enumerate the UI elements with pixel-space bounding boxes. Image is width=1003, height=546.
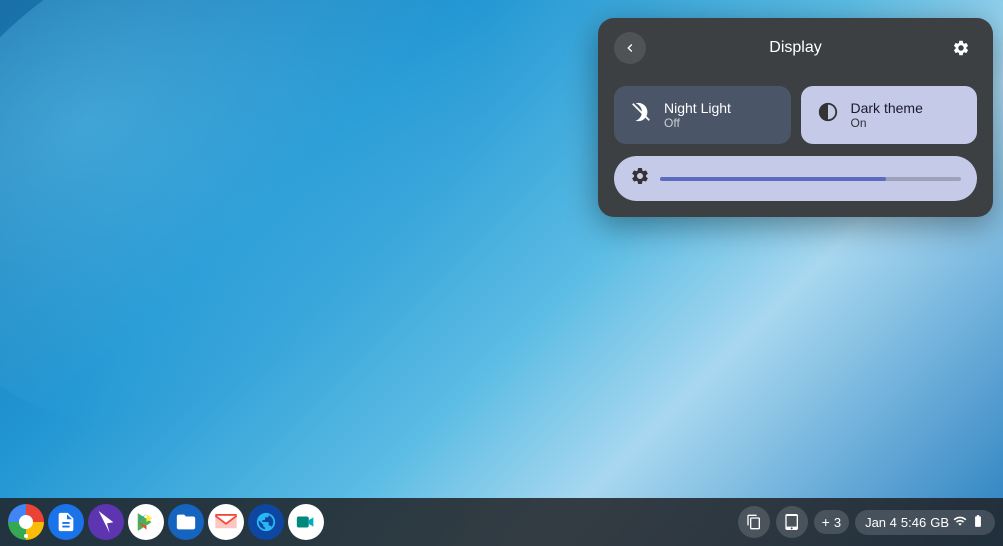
desktop-wallpaper: Display Night Light	[0, 0, 1003, 546]
meet-icon	[295, 511, 317, 533]
taskbar-app-gmail[interactable]	[208, 504, 244, 540]
wifi-icon	[953, 514, 967, 531]
brightness-slider[interactable]	[660, 177, 961, 181]
time-display: 5:46	[901, 515, 926, 530]
night-light-title: Night Light	[664, 100, 731, 116]
toggle-row: Night Light Off Dark theme On	[614, 86, 977, 144]
panel-header: Display	[598, 18, 993, 78]
taskbar-app-meet[interactable]	[288, 504, 324, 540]
badge-count: 3	[834, 515, 841, 530]
date-display: Jan 4	[865, 515, 897, 530]
dark-theme-subtitle: On	[851, 116, 923, 130]
taskbar-apps	[8, 504, 324, 540]
dark-theme-card[interactable]: Dark theme On	[801, 86, 978, 144]
dark-theme-title: Dark theme	[851, 100, 923, 116]
storage-display: GB	[930, 515, 949, 530]
gmail-icon	[215, 514, 237, 530]
clipboard-tray-icon[interactable]	[738, 506, 770, 538]
night-light-subtitle: Off	[664, 116, 731, 130]
night-light-icon	[630, 101, 652, 129]
cursor-icon	[95, 511, 117, 533]
panel-content: Night Light Off Dark theme On	[598, 78, 993, 217]
docs-icon	[55, 511, 77, 533]
display-panel: Display Night Light	[598, 18, 993, 217]
notification-badge[interactable]: + 3	[814, 510, 849, 534]
taskbar-app-play[interactable]	[128, 504, 164, 540]
dark-theme-text: Dark theme On	[851, 100, 923, 130]
earth-icon	[255, 511, 277, 533]
brightness-row[interactable]	[614, 156, 977, 201]
taskbar-app-earth[interactable]	[248, 504, 284, 540]
plus-icon: +	[822, 514, 830, 530]
taskbar-app-cursor[interactable]	[88, 504, 124, 540]
taskbar-app-files[interactable]	[168, 504, 204, 540]
back-button[interactable]	[614, 32, 646, 64]
status-cluster[interactable]: Jan 4 5:46 GB	[855, 510, 995, 535]
play-store-icon	[135, 511, 157, 533]
brightness-fill	[660, 177, 886, 181]
night-light-card[interactable]: Night Light Off	[614, 86, 791, 144]
taskbar: + 3 Jan 4 5:46 GB	[0, 498, 1003, 546]
taskbar-app-chrome[interactable]	[8, 504, 44, 540]
taskbar-app-docs[interactable]	[48, 504, 84, 540]
battery-icon	[971, 514, 985, 531]
panel-title: Display	[646, 39, 945, 57]
dark-theme-icon	[817, 101, 839, 129]
taskbar-tray: + 3 Jan 4 5:46 GB	[738, 506, 995, 538]
night-light-text: Night Light Off	[664, 100, 731, 130]
brightness-icon	[630, 166, 650, 191]
tablet-tray-icon[interactable]	[776, 506, 808, 538]
settings-button[interactable]	[945, 32, 977, 64]
files-icon	[175, 511, 197, 533]
